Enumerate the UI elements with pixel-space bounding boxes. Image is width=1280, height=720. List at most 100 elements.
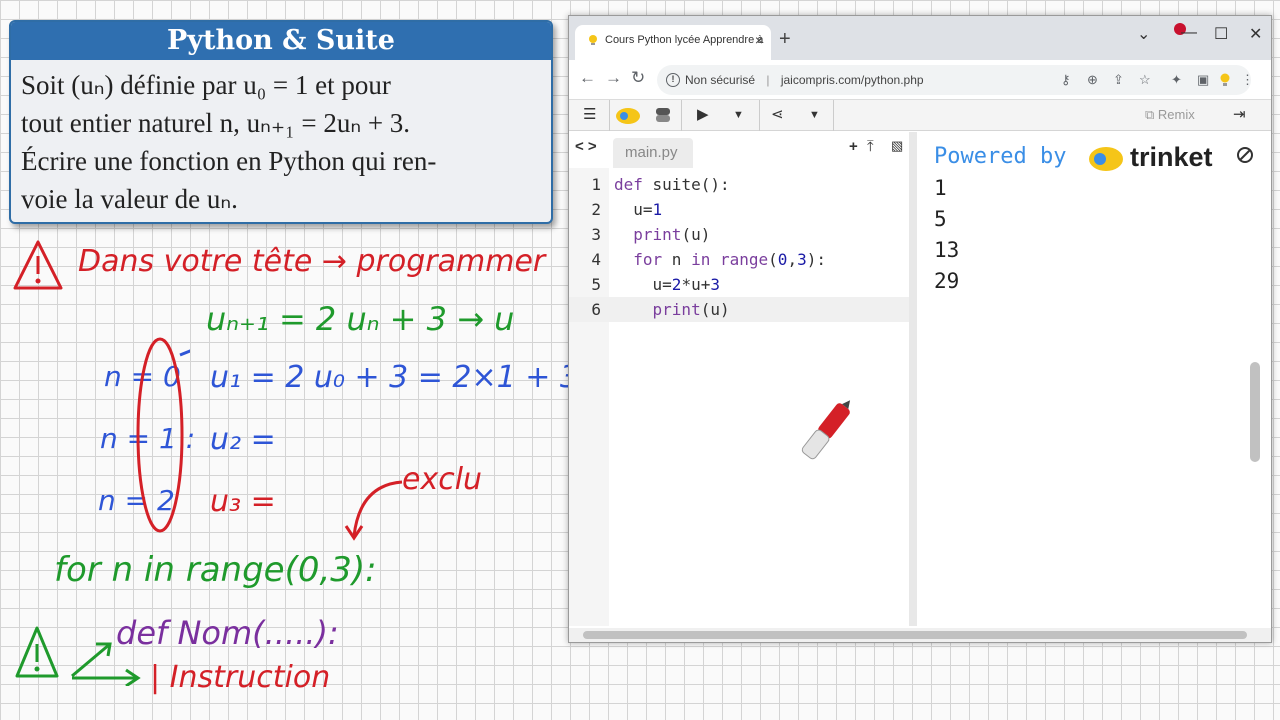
- reload-icon[interactable]: ↻: [631, 68, 645, 88]
- exercise-title: Python & Suite: [11, 22, 551, 60]
- maximize-icon[interactable]: ☐: [1214, 24, 1228, 44]
- security-label: Non sécurisé: [685, 73, 756, 87]
- notes-heading: Dans votre tête → programmer: [78, 244, 546, 279]
- line-number: 5: [591, 275, 601, 294]
- toolbar-divider: [681, 100, 682, 131]
- upload-icon[interactable]: ⤒: [867, 138, 874, 155]
- exercise-statement: Soit (uₙ) définie par u₀ = 1 et pour tou…: [11, 60, 551, 218]
- exercise-line-3: Écrire une fonction en Python qui ren-: [21, 146, 437, 176]
- extensions-icon[interactable]: ✦: [1171, 65, 1182, 95]
- line-number: 6: [591, 300, 601, 319]
- code-line[interactable]: 3 print(u): [569, 222, 909, 247]
- share-icon[interactable]: ⇪: [1113, 65, 1124, 95]
- instruction-note: | Instruction: [150, 660, 331, 695]
- code-text: u=1: [614, 200, 663, 219]
- share-dropdown-icon[interactable]: ▼: [809, 109, 820, 121]
- toolbar-divider: [833, 100, 834, 131]
- vertical-scrollbar[interactable]: [1250, 362, 1260, 462]
- hamburger-menu-icon[interactable]: ☰: [583, 105, 596, 123]
- code-text: u=2*u+3: [614, 275, 720, 294]
- line-number: 3: [591, 225, 601, 244]
- range-bracket: [136, 337, 190, 533]
- remix-label: Remix: [1157, 107, 1195, 122]
- code-editor[interactable]: < > main.py + ⤒ ▧ 1 def suite(): 2 u=1 3 pr…: [569, 132, 917, 626]
- minimize-icon[interactable]: —: [1181, 24, 1197, 42]
- browser-titlebar: Cours Python lycée Apprendre à × + ⌄ — ☐…: [569, 16, 1271, 60]
- exercise-box: Python & Suite Soit (uₙ) définie par u₀ …: [9, 20, 553, 224]
- exclu-arrow: [344, 480, 403, 541]
- close-window-icon[interactable]: ✕: [1249, 24, 1262, 44]
- menu-kebab-icon[interactable]: ⋮: [1241, 65, 1254, 95]
- address-bar-row: ← → ↻ ! Non sécurisé | jaicompris.com/py…: [569, 60, 1271, 100]
- bookmark-star-icon[interactable]: ☆: [1139, 65, 1151, 95]
- zoom-icon[interactable]: ⊕: [1087, 65, 1098, 95]
- tab-title: Cours Python lycée Apprendre à: [605, 34, 764, 46]
- trinket-logo-text: trinket: [1130, 142, 1213, 172]
- toolbar-divider: [609, 100, 610, 131]
- add-file-icon[interactable]: +: [849, 138, 858, 155]
- recurrence-formula: uₙ₊₁ = 2 uₙ + 3 → u: [206, 300, 515, 338]
- python-icon[interactable]: [655, 107, 671, 123]
- editor-tabs: < > main.py + ⤒ ▧: [569, 132, 909, 168]
- back-icon[interactable]: ←: [579, 68, 596, 88]
- code-line[interactable]: 5 u=2*u+3: [569, 272, 909, 297]
- line-number: 2: [591, 200, 601, 219]
- run-icon[interactable]: ▶: [697, 105, 709, 123]
- share-icon[interactable]: ⋖: [771, 105, 784, 123]
- output-line: 13: [934, 238, 960, 262]
- horizontal-scrollbar[interactable]: [569, 628, 1271, 642]
- omnibox-separator: |: [766, 73, 770, 87]
- warning-icon-2: [15, 626, 59, 678]
- def-note: def Nom(.....):: [116, 614, 339, 652]
- output-line: 1: [934, 176, 947, 200]
- close-tab-icon[interactable]: ×: [755, 25, 763, 55]
- code-text: print(u): [652, 300, 730, 319]
- lightbulb-extension-icon[interactable]: [1219, 73, 1231, 87]
- info-icon[interactable]: !: [666, 73, 680, 87]
- new-tab-icon[interactable]: +: [779, 28, 791, 51]
- output-line: 5: [934, 207, 947, 231]
- stop-icon[interactable]: [1236, 146, 1254, 164]
- key-icon[interactable]: ⚷: [1061, 65, 1071, 95]
- browser-tab[interactable]: Cours Python lycée Apprendre à ×: [575, 25, 771, 60]
- output-panel: Powered by trinket 1 5 13 29: [924, 132, 1262, 626]
- exclu-label: exclu: [402, 462, 483, 497]
- trinket-logo-icon[interactable]: [615, 107, 641, 125]
- for-loop-note: for n in range(0,3):: [54, 550, 377, 590]
- code-line[interactable]: 6 print(u): [569, 297, 909, 322]
- browser-window: Cours Python lycée Apprendre à × + ⌄ — ☐…: [568, 15, 1272, 643]
- url-text: jaicompris.com/python.php: [780, 73, 924, 87]
- line-number: 1: [591, 175, 601, 194]
- u3-line: u₃ =: [210, 484, 276, 519]
- warning-icon: [13, 240, 63, 290]
- toolbar-divider: [759, 100, 760, 131]
- exercise-line-1: Soit (uₙ) définie par u₀ = 1 et pour: [21, 70, 391, 100]
- code-line[interactable]: 4 for n in range(0,3):: [569, 247, 909, 272]
- exercise-line-4: voie la valeur de uₙ.: [21, 184, 238, 214]
- sign-in-icon[interactable]: ⇥: [1233, 105, 1246, 123]
- tab-search-icon[interactable]: ⌄: [1137, 24, 1150, 44]
- trinket-brand-icon: [1089, 147, 1123, 171]
- remix-icon: ⧉: [1145, 107, 1158, 122]
- image-icon[interactable]: ▧: [891, 138, 903, 154]
- code-text: print(u): [633, 225, 711, 244]
- trinket-toolbar: ☰ ▶ ▼ ⋖ ▼ ⧉ Remix ⇥: [569, 100, 1271, 131]
- file-tab-main[interactable]: main.py: [613, 138, 693, 168]
- code-text: for n in range(0,3):: [633, 250, 826, 269]
- marker-pen-cursor: [801, 400, 851, 460]
- run-dropdown-icon[interactable]: ▼: [733, 109, 744, 121]
- remix-button[interactable]: ⧉ Remix: [1145, 107, 1195, 123]
- u2-line: u₂ =: [210, 422, 276, 457]
- address-bar[interactable]: ! Non sécurisé | jaicompris.com/python.p…: [657, 65, 1254, 95]
- scrollbar-thumb[interactable]: [583, 631, 1247, 639]
- powered-by-label: Powered by: [934, 144, 1067, 169]
- code-line[interactable]: 1 def suite():: [569, 172, 909, 197]
- code-line[interactable]: 2 u=1: [569, 197, 909, 222]
- sidepanel-icon[interactable]: ▣: [1197, 65, 1209, 95]
- code-text: def suite():: [614, 175, 730, 194]
- exercise-line-2: tout entier naturel n, uₙ₊₁ = 2uₙ + 3.: [21, 108, 411, 138]
- collapse-icon[interactable]: < >: [575, 138, 597, 155]
- output-line: 29: [934, 269, 960, 293]
- forward-icon[interactable]: →: [605, 68, 622, 88]
- line-number: 4: [591, 250, 601, 269]
